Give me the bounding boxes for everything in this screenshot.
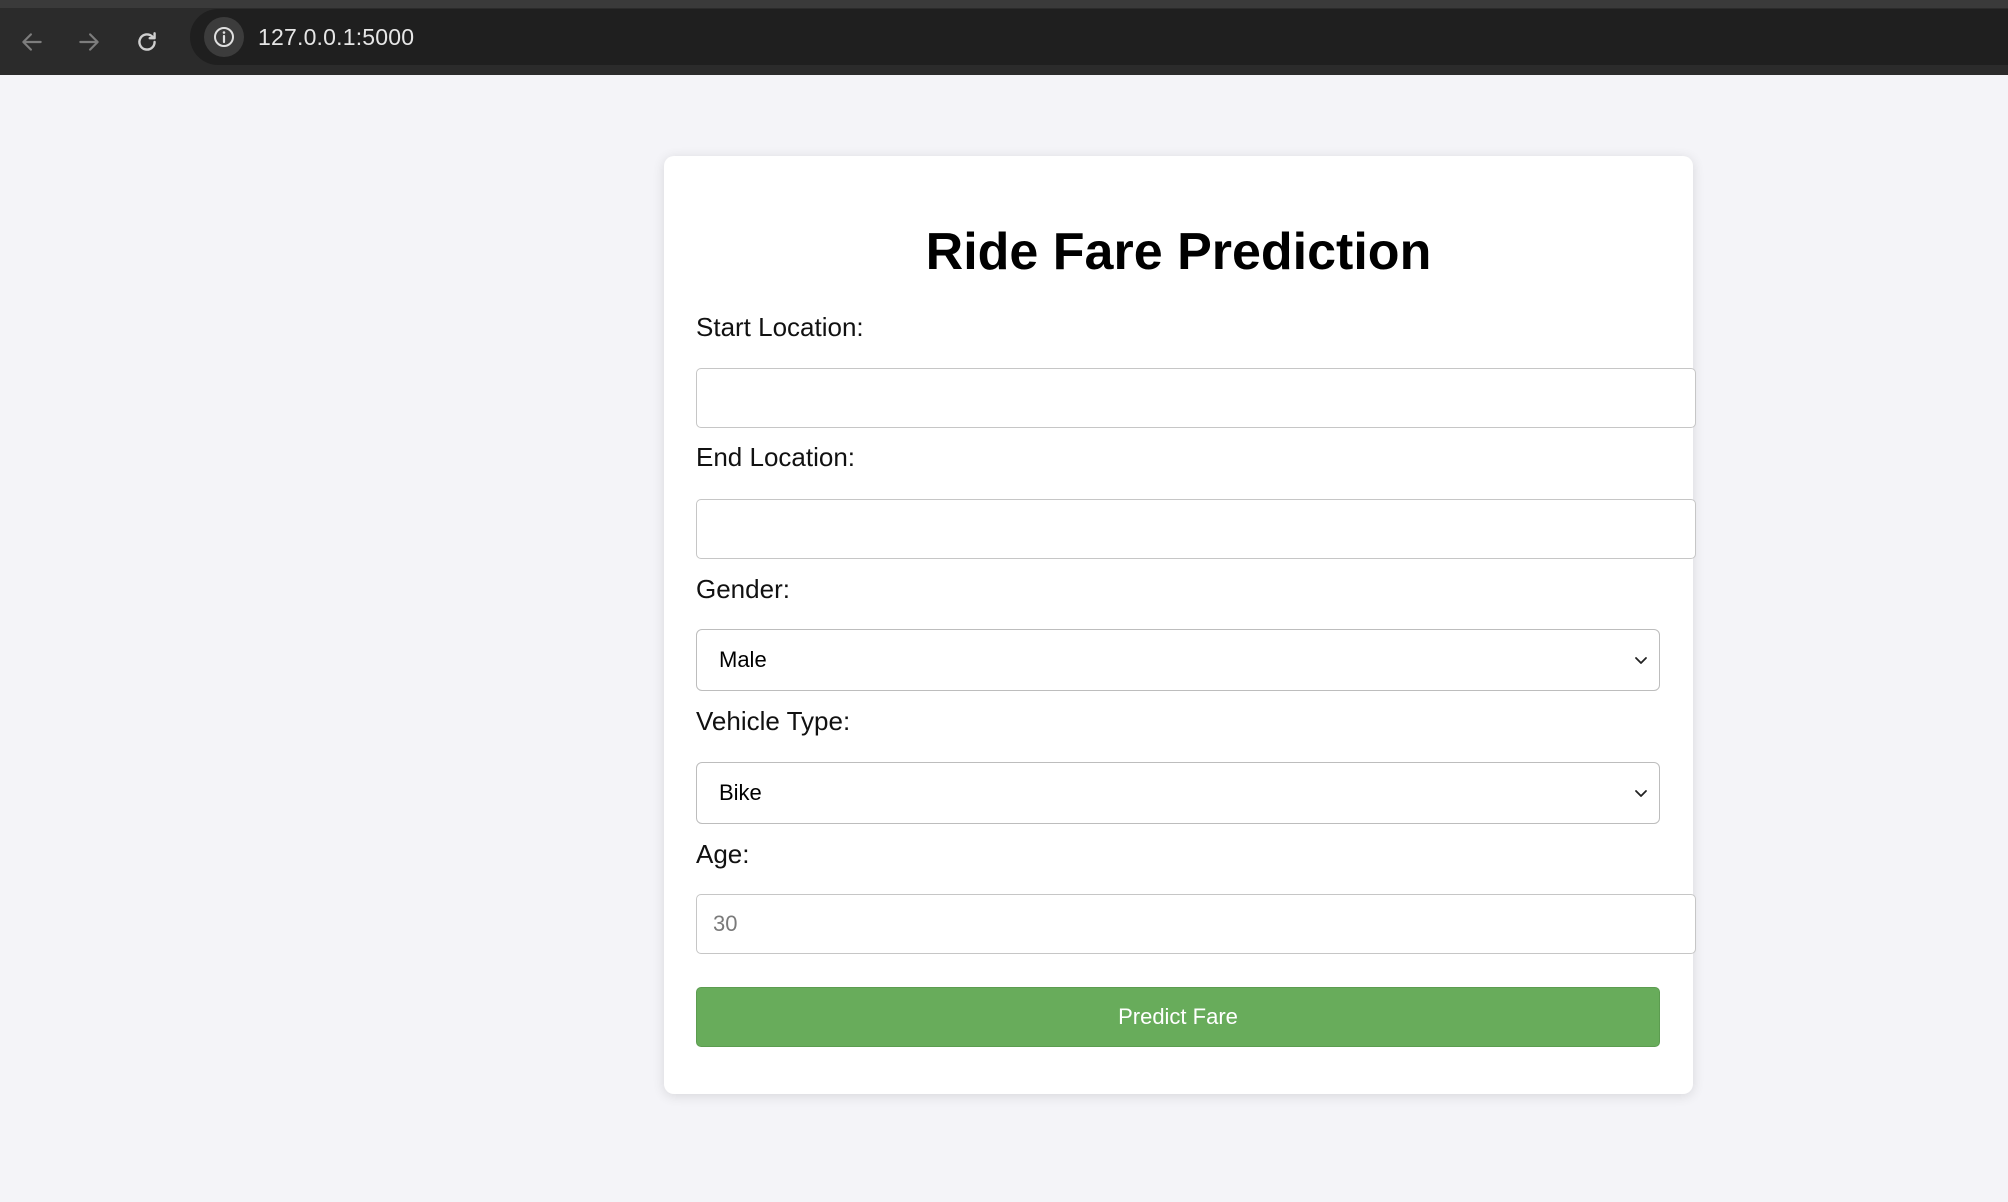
age-label: Age: [696,839,750,869]
start-location-label: Start Location: [696,312,864,342]
age-input[interactable] [696,894,1696,954]
reload-icon [138,32,156,51]
site-info-icon[interactable] [204,17,244,57]
browser-toolbar: 127.0.0.1:5000 [0,8,2008,75]
prediction-form-card: Ride Fare Prediction Start Location: End… [664,156,1696,1094]
chevron-down-icon [1635,657,1647,664]
arrow-left-icon [22,33,42,51]
back-button[interactable] [14,24,50,60]
gender-label: Gender: [696,574,790,604]
browser-chrome: 127.0.0.1:5000 [0,0,2008,75]
vehicle-type-selected-value: Bike [719,780,762,805]
forward-button[interactable] [71,24,107,60]
gender-selected-value: Male [719,647,767,672]
page-title: Ride Fare Prediction [925,223,1432,281]
gender-select[interactable]: Male [696,629,1660,691]
chevron-down-icon [1635,790,1647,797]
address-bar[interactable]: 127.0.0.1:5000 [190,9,2008,65]
predict-fare-button[interactable]: Predict Fare [696,987,1660,1047]
info-circle-icon [214,27,234,47]
reload-button[interactable] [129,24,165,60]
end-location-input[interactable] [696,499,1696,559]
arrow-right-icon [79,33,99,51]
vehicle-type-label: Vehicle Type: [696,706,851,736]
end-location-label: End Location: [696,442,856,472]
start-location-input[interactable] [696,368,1696,428]
url-text[interactable]: 127.0.0.1:5000 [258,24,414,51]
vehicle-type-select[interactable]: Bike [696,762,1660,824]
